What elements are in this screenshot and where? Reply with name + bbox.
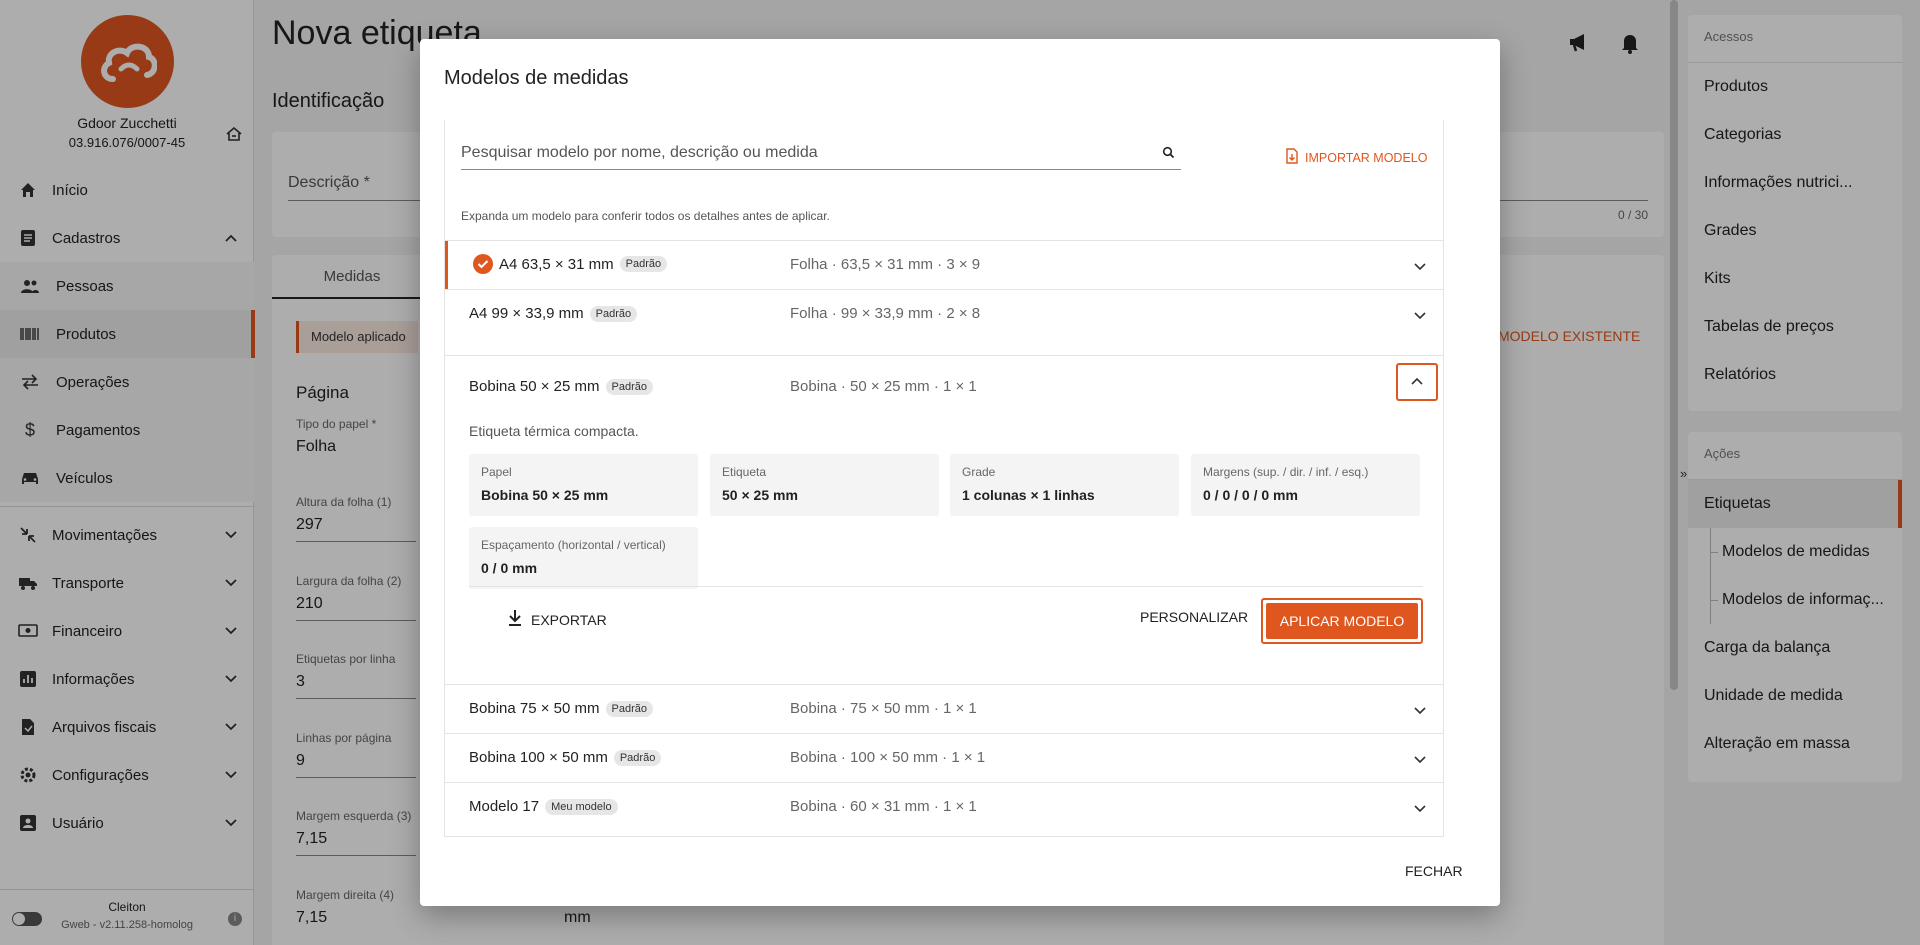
detail-label: Papel	[481, 465, 512, 479]
search-icon[interactable]	[1162, 146, 1175, 164]
detail-value: 50 × 25 mm	[722, 487, 798, 503]
model-badge: Padrão	[613, 749, 662, 766]
model-name: A4 99 × 33,9 mm	[469, 305, 584, 322]
model-row[interactable]: A4 63,5 × 31 mm Padrão Folha · 63,5 × 31…	[445, 240, 1443, 289]
model-name: Bobina 100 × 50 mm	[469, 749, 608, 766]
file-import-icon	[1285, 148, 1299, 167]
modal-body: IMPORTAR MODELO Expanda um modelo para c…	[444, 120, 1444, 837]
chevron-down-icon[interactable]	[1413, 308, 1427, 326]
apply-label: APLICAR MODELO	[1266, 603, 1418, 639]
model-badge: Padrão	[605, 700, 653, 717]
chevron-up-icon	[1410, 373, 1424, 391]
export-label: EXPORTAR	[531, 611, 607, 628]
model-name: Modelo 17	[469, 798, 540, 815]
download-icon	[507, 609, 523, 630]
detail-etiqueta: Etiqueta 50 × 25 mm	[710, 454, 939, 516]
model-name: Bobina 75 × 50 mm	[469, 700, 600, 717]
chevron-down-icon[interactable]	[1413, 801, 1427, 819]
model-summary: Folha · 63,5 × 31 mm · 3 × 9	[790, 256, 981, 273]
model-summary: Bobina · 100 × 50 mm · 1 × 1	[790, 749, 986, 766]
apply-model-button[interactable]: APLICAR MODELO	[1261, 598, 1423, 644]
model-row[interactable]: A4 99 × 33,9 mm Padrão Folha · 99 × 33,9…	[445, 289, 1443, 338]
detail-papel: Papel Bobina 50 × 25 mm	[469, 454, 698, 516]
collapse-button[interactable]	[1396, 363, 1438, 401]
customize-button[interactable]: PERSONALIZAR	[1140, 609, 1248, 625]
hint-text: Expanda um modelo para conferir todos os…	[461, 209, 830, 223]
detail-espacamento: Espaçamento (horizontal / vertical) 0 / …	[469, 527, 698, 589]
model-name: A4 63,5 × 31 mm	[499, 255, 614, 273]
search-input[interactable]	[461, 138, 1151, 168]
model-badge: Padrão	[605, 378, 653, 395]
detail-label: Etiqueta	[722, 465, 767, 479]
detail-value: 1 colunas × 1 linhas	[962, 487, 1095, 503]
model-badge: Padrão	[589, 305, 638, 322]
model-row-expanded: Bobina 50 × 25 mm Padrão Bobina · 50 × 2…	[445, 355, 1443, 684]
model-description: Etiqueta térmica compacta.	[469, 423, 639, 439]
detail-value: Bobina 50 × 25 mm	[481, 487, 609, 503]
close-button[interactable]: FECHAR	[1405, 863, 1463, 879]
divider	[469, 586, 1423, 587]
detail-value: 0 / 0 mm	[481, 560, 538, 576]
chevron-down-icon[interactable]	[1413, 752, 1427, 770]
modal-title: Modelos de medidas	[444, 67, 629, 89]
chevron-down-icon[interactable]	[1413, 703, 1427, 721]
modelos-medidas-dialog: Modelos de medidas IMPORTAR MODELO Expan…	[420, 39, 1500, 906]
detail-label: Margens (sup. / dir. / inf. / esq.)	[1203, 465, 1369, 479]
model-row[interactable]: Modelo 17 Meu modelo Bobina · 60 × 31 mm…	[445, 782, 1443, 831]
export-button[interactable]: EXPORTAR	[507, 609, 607, 630]
model-badge: Meu modelo	[545, 798, 618, 815]
detail-label: Grade	[962, 465, 996, 479]
model-name: Bobina 50 × 25 mm	[469, 378, 600, 395]
import-label: IMPORTAR MODELO	[1305, 150, 1428, 165]
chevron-down-icon[interactable]	[1413, 259, 1427, 277]
model-row[interactable]: Bobina 100 × 50 mm Padrão Bobina · 100 ×…	[445, 733, 1443, 782]
search-field	[461, 138, 1181, 170]
model-summary: Bobina · 60 × 31 mm · 1 × 1	[790, 798, 977, 815]
detail-label: Espaçamento (horizontal / vertical)	[481, 538, 666, 552]
detail-margens: Margens (sup. / dir. / inf. / esq.) 0 / …	[1191, 454, 1420, 516]
model-badge: Padrão	[619, 256, 668, 272]
model-summary: Folha · 99 × 33,9 mm · 2 × 8	[790, 305, 981, 322]
model-summary: Bobina · 75 × 50 mm · 1 × 1	[790, 700, 977, 717]
import-model-button[interactable]: IMPORTAR MODELO	[1285, 148, 1427, 167]
model-row[interactable]: Bobina 75 × 50 mm Padrão Bobina · 75 × 5…	[445, 684, 1443, 733]
check-icon	[473, 254, 493, 274]
model-summary: Bobina · 50 × 25 mm · 1 × 1	[790, 378, 977, 395]
detail-value: 0 / 0 / 0 / 0 mm	[1203, 487, 1298, 503]
detail-grade: Grade 1 colunas × 1 linhas	[950, 454, 1179, 516]
